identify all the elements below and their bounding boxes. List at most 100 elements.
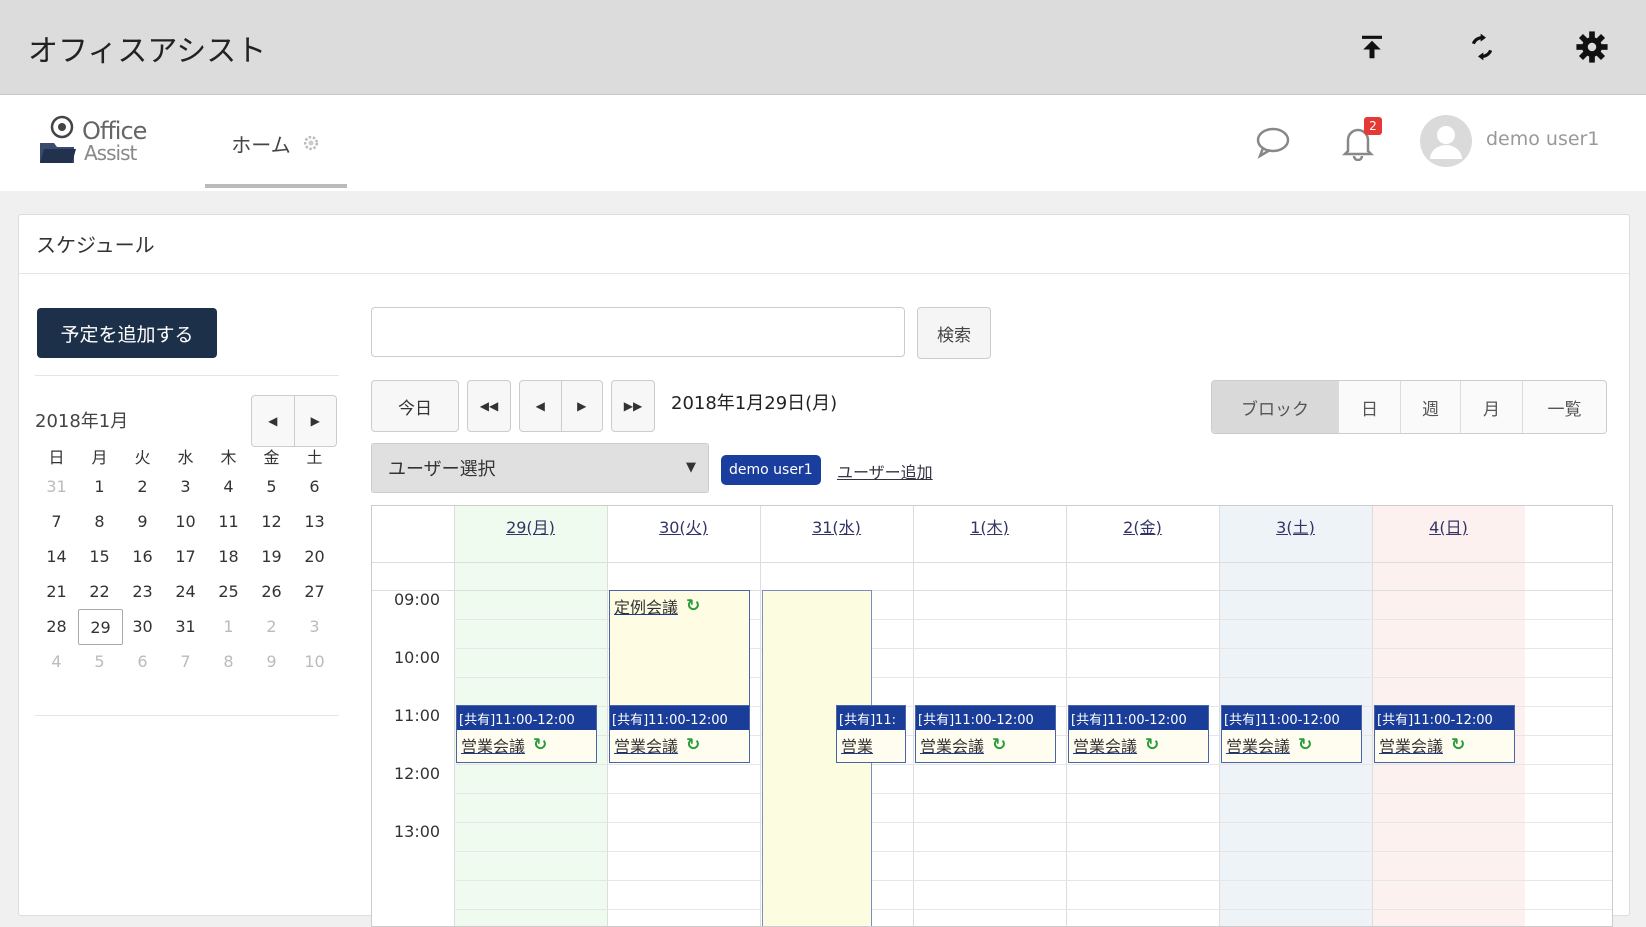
- calendar-day[interactable]: 31: [164, 609, 207, 643]
- logo[interactable]: Office Assist: [38, 113, 148, 171]
- chat-icon[interactable]: [1255, 125, 1291, 159]
- day-header[interactable]: 30(火): [607, 506, 760, 538]
- calendar-day[interactable]: 18: [207, 539, 250, 573]
- next-day-button[interactable]: ▶: [562, 399, 603, 413]
- calendar-day[interactable]: 16: [121, 539, 164, 573]
- calendar-day[interactable]: 2: [250, 609, 293, 643]
- recurring-icon: ↻: [686, 596, 701, 616]
- calendar-day[interactable]: 1: [78, 469, 121, 503]
- selected-user-tag[interactable]: demo user1: [721, 455, 821, 485]
- calendar-day[interactable]: 31: [35, 469, 78, 503]
- calendar-day[interactable]: 17: [164, 539, 207, 573]
- user-name[interactable]: demo user1: [1486, 128, 1599, 150]
- day-header[interactable]: 3(土): [1219, 506, 1372, 538]
- event-title[interactable]: 定例会議: [614, 594, 678, 618]
- search-input[interactable]: [371, 307, 905, 357]
- event-title[interactable]: 営業会議: [1226, 733, 1290, 757]
- calendar-day[interactable]: 2: [121, 469, 164, 503]
- add-event-button[interactable]: 予定を追加する: [37, 308, 217, 358]
- event-card[interactable]: [共有]11: 営業: [836, 705, 906, 763]
- calendar-day[interactable]: 28: [35, 609, 78, 643]
- calendar-day[interactable]: 8: [78, 504, 121, 538]
- calendar-day[interactable]: 4: [207, 469, 250, 503]
- calendar-day[interactable]: 20: [293, 539, 336, 573]
- event-body: 営業会議 ↻: [457, 730, 596, 760]
- calendar-day[interactable]: 23: [121, 574, 164, 608]
- add-user-link[interactable]: ユーザー追加: [837, 459, 933, 483]
- event-body: 営業会議 ↻: [916, 730, 1055, 760]
- event-card[interactable]: [共有]11:00-12:00 営業会議 ↻: [456, 705, 597, 763]
- calendar-day-today[interactable]: 29: [78, 609, 123, 645]
- calendar-day[interactable]: 3: [293, 609, 336, 643]
- next-week-button[interactable]: ▶▶: [611, 380, 655, 432]
- calendar-day[interactable]: 8: [207, 644, 250, 678]
- event-card[interactable]: [共有]11:00-12:00 営業会議 ↻: [1374, 705, 1515, 763]
- current-date-label: 2018年1月29日(月): [671, 393, 838, 414]
- event-card[interactable]: [共有]11:00-12:00 営業会議 ↻: [915, 705, 1056, 763]
- event-card[interactable]: [共有]11:00-12:00 営業会議 ↻: [1221, 705, 1362, 763]
- event-title[interactable]: 営業会議: [614, 733, 678, 757]
- upload-icon[interactable]: [1352, 27, 1392, 67]
- calendar-day[interactable]: 26: [250, 574, 293, 608]
- prev-day-button[interactable]: ◀: [520, 399, 561, 413]
- user-select[interactable]: ユーザー選択 ▼: [371, 443, 709, 493]
- day-header[interactable]: 29(月): [454, 506, 607, 538]
- calendar-day[interactable]: 25: [207, 574, 250, 608]
- calendar-day[interactable]: 21: [35, 574, 78, 608]
- calendar-day[interactable]: 3: [164, 469, 207, 503]
- event-card[interactable]: 定例会議 ↻: [609, 590, 750, 712]
- recurring-icon: ↻: [1298, 735, 1313, 755]
- event-title[interactable]: 営業会議: [1073, 733, 1137, 757]
- calendar-day[interactable]: 9: [121, 504, 164, 538]
- calendar-day[interactable]: 6: [121, 644, 164, 678]
- sync-icon[interactable]: [1462, 27, 1502, 67]
- calendar-day[interactable]: 13: [293, 504, 336, 538]
- calendar-day[interactable]: 10: [293, 644, 336, 678]
- calendar-day[interactable]: 4: [35, 644, 78, 678]
- event-title[interactable]: 営業会議: [1379, 733, 1443, 757]
- event-time: [共有]11:: [837, 706, 905, 730]
- grid-line: [454, 909, 1612, 910]
- calendar-day[interactable]: 6: [293, 469, 336, 503]
- calendar-day[interactable]: 24: [164, 574, 207, 608]
- day-header[interactable]: 4(日): [1372, 506, 1525, 538]
- calendar-day[interactable]: 19: [250, 539, 293, 573]
- calendar-day[interactable]: 9: [250, 644, 293, 678]
- avatar[interactable]: [1420, 115, 1472, 167]
- calendar-day[interactable]: 7: [164, 644, 207, 678]
- calendar-day[interactable]: 1: [207, 609, 250, 643]
- calendar-day[interactable]: 22: [78, 574, 121, 608]
- weekday-header: 水: [177, 448, 194, 467]
- view-week-button[interactable]: 週: [1400, 381, 1460, 433]
- calendar-day[interactable]: 10: [164, 504, 207, 538]
- event-card[interactable]: [共有]11:00-12:00 営業会議 ↻: [609, 705, 750, 763]
- view-day-button[interactable]: 日: [1338, 381, 1400, 433]
- calendar-day[interactable]: 5: [250, 469, 293, 503]
- calendar-day[interactable]: 15: [78, 539, 121, 573]
- calendar-day[interactable]: 14: [35, 539, 78, 573]
- day-header[interactable]: 2(金): [1066, 506, 1219, 538]
- event-title[interactable]: 営業: [841, 733, 873, 757]
- calendar-day[interactable]: 7: [35, 504, 78, 538]
- prev-week-button[interactable]: ◀◀: [467, 380, 511, 432]
- calendar-day[interactable]: 5: [78, 644, 121, 678]
- calendar-day[interactable]: 27: [293, 574, 336, 608]
- event-body: 営業会議 ↻: [1375, 730, 1514, 760]
- calendar-day[interactable]: 11: [207, 504, 250, 538]
- view-block-button[interactable]: ブロック: [1212, 381, 1338, 433]
- tab-home[interactable]: ホーム: [205, 95, 347, 191]
- calendar-day[interactable]: 12: [250, 504, 293, 538]
- settings-icon[interactable]: [1572, 27, 1612, 67]
- search-button[interactable]: 検索: [917, 307, 991, 359]
- calendar-day[interactable]: 30: [121, 609, 164, 643]
- view-list-button[interactable]: 一覧: [1522, 381, 1606, 433]
- day-header[interactable]: 31(水): [760, 506, 913, 538]
- event-card[interactable]: [共有]11:00-12:00 営業会議 ↻: [1068, 705, 1209, 763]
- tab-settings-icon[interactable]: [301, 133, 321, 153]
- today-button[interactable]: 今日: [371, 380, 459, 432]
- event-title[interactable]: 営業会議: [461, 733, 525, 757]
- event-time: [共有]11:00-12:00: [610, 706, 749, 730]
- event-title[interactable]: 営業会議: [920, 733, 984, 757]
- view-month-button[interactable]: 月: [1460, 381, 1522, 433]
- day-header[interactable]: 1(木): [913, 506, 1066, 538]
